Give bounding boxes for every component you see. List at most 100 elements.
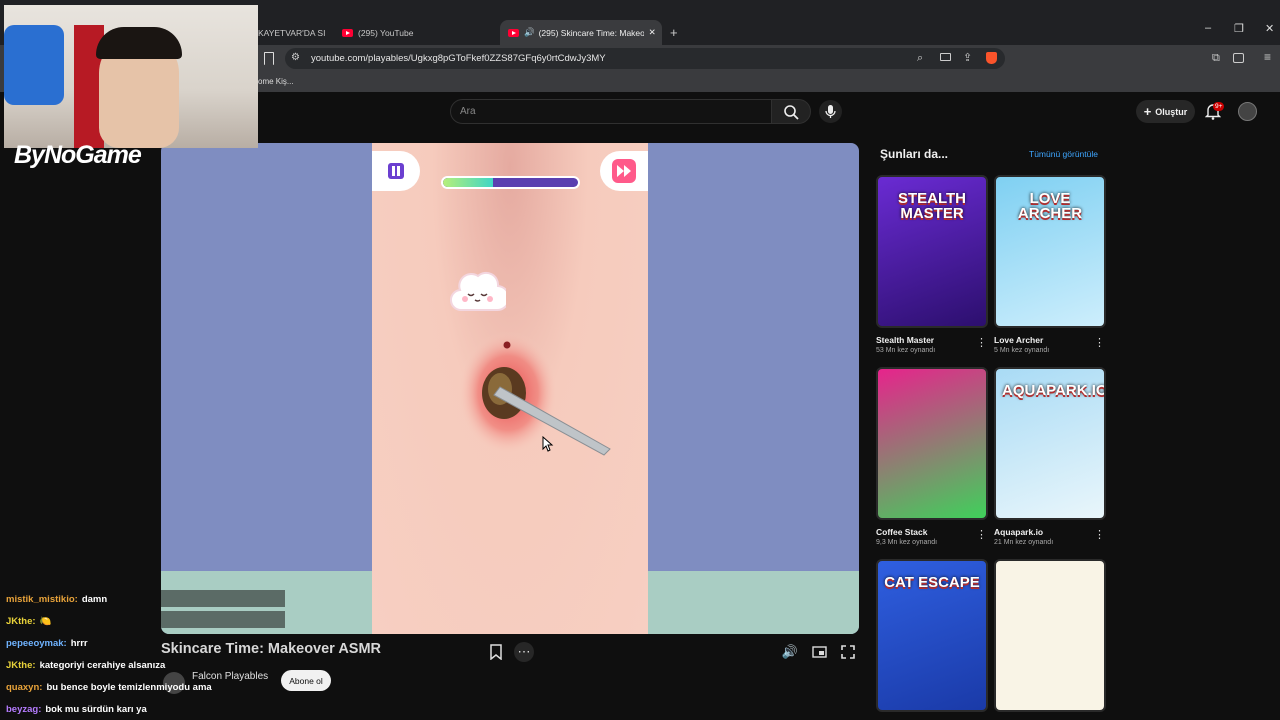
search-placeholder: Ara <box>460 106 476 117</box>
volume-button[interactable]: 🔊 <box>780 642 800 662</box>
game-title: Skincare Time: Makeover ASMR <box>161 641 382 657</box>
chat-username: quaxyn: <box>6 682 43 693</box>
skincare-game-canvas[interactable] <box>372 143 648 634</box>
save-button[interactable] <box>486 642 506 662</box>
game-card-plays: 5 Mn kez oynandı <box>994 347 1050 354</box>
new-tab-button[interactable]: + <box>670 25 678 40</box>
youtube-icon <box>342 28 353 37</box>
chat-username: beyzag: <box>6 704 42 715</box>
menu-icon[interactable]: ≡ <box>1264 50 1271 64</box>
tab-label: (295) YouTube <box>358 27 414 38</box>
fullscreen-icon <box>841 645 855 659</box>
floor-right <box>648 571 859 634</box>
thumbnail-art-text: LOVE ARCHER <box>1017 190 1083 222</box>
more-options-icon[interactable]: ⋮ <box>976 528 987 541</box>
game-card-thumbnail[interactable]: STEALTH MASTER <box>876 175 988 328</box>
chat-message: quaxyn: bu bence boyle temizlenmiyodu ama <box>6 682 212 693</box>
fast-forward-icon <box>612 159 636 183</box>
share-icon[interactable]: ⇪ <box>963 51 972 64</box>
pause-button[interactable] <box>372 151 420 191</box>
create-label: Oluştur <box>1155 106 1188 117</box>
more-options-icon[interactable]: ⋮ <box>1094 528 1105 541</box>
chat-username: JKthe: <box>6 616 36 627</box>
game-card-thumbnail[interactable]: LOVE ARCHER <box>994 175 1106 328</box>
chat-text: kategoriyi cerahiye alsanıza <box>39 660 166 671</box>
streamer-logo: ByNoGame <box>14 141 142 169</box>
url-text[interactable]: youtube.com/playables/Ugkxg8pGToFkef0ZZS… <box>311 53 606 64</box>
subscribe-button[interactable]: Abone ol <box>281 670 331 691</box>
wallet-icon[interactable] <box>1233 53 1244 63</box>
voice-search-button[interactable] <box>819 100 842 123</box>
tab-kayetvar[interactable]: KAYETVAR'DA SIRA <box>258 20 326 45</box>
mic-icon <box>825 105 836 118</box>
chat-text: bu bence boyle temizlenmiyodu ama <box>46 682 212 693</box>
close-window-button[interactable]: ✕ <box>1265 22 1274 35</box>
site-settings-icon[interactable]: ⚙ <box>291 52 300 63</box>
minimize-button[interactable]: – <box>1205 22 1211 34</box>
game-progress-bar <box>441 176 580 189</box>
chat-username: mistik_mistikio: <box>6 594 78 605</box>
more-options-icon[interactable]: ⋮ <box>976 336 987 349</box>
more-button[interactable]: ⋯ <box>514 642 534 662</box>
game-card-title[interactable]: Love Archer <box>994 335 1043 345</box>
mouse-cursor-icon <box>542 436 554 452</box>
game-card-plays: 21 Mn kez oynandı <box>994 539 1054 546</box>
tab-skincare-active[interactable]: 🔊(295) Skincare Time: Makeover ✕ <box>500 20 662 45</box>
notification-badge: 9+ <box>1213 102 1225 111</box>
fullscreen-button[interactable] <box>838 642 858 662</box>
tab-youtube-home[interactable]: (295) YouTube <box>342 20 482 45</box>
bookmark-icon[interactable] <box>264 52 274 65</box>
avatar[interactable] <box>1238 102 1257 121</box>
progress-fill <box>443 178 493 187</box>
search-input[interactable]: Ara <box>450 99 772 124</box>
plus-icon: + <box>1143 104 1152 119</box>
extensions-icon[interactable]: ⧉ <box>1212 52 1220 65</box>
search-icon <box>784 105 799 120</box>
more-options-icon[interactable]: ⋮ <box>1094 336 1105 349</box>
game-card-thumbnail[interactable]: CAT ESCAPE <box>876 559 988 712</box>
zoom-icon[interactable]: ⌕ <box>917 52 923 65</box>
skip-button[interactable] <box>600 151 648 191</box>
chat-text: damn <box>81 594 108 605</box>
game-card-plays: 53 Mn kez oynandı <box>876 347 936 354</box>
miniplayer-button[interactable] <box>809 642 829 662</box>
game-card-title[interactable]: Stealth Master <box>876 335 934 345</box>
brave-shield-icon[interactable] <box>986 52 997 64</box>
create-button[interactable]: + Oluştur <box>1136 100 1195 123</box>
chat-text: hrrr <box>70 638 88 649</box>
thumbnail-art-text: CAT ESCAPE <box>884 574 980 591</box>
chat-username: pepeeoymak: <box>6 638 67 649</box>
game-card-title[interactable]: Coffee Stack <box>876 527 928 537</box>
water-jug <box>4 25 64 105</box>
pause-icon <box>388 163 404 179</box>
volume-icon: 🔊 <box>781 644 799 659</box>
speaker-icon: 🔊 <box>524 27 535 37</box>
related-title: Şunları da... <box>880 147 949 161</box>
youtube-icon <box>508 28 519 37</box>
more-icon: ⋯ <box>517 644 531 659</box>
thumbnail-art-text: AQUAPARK.IO <box>1002 382 1106 399</box>
miniplayer-icon <box>811 646 827 658</box>
maximize-button[interactable]: ❐ <box>1234 22 1244 35</box>
happy-cloud-icon <box>450 271 506 312</box>
game-card-title[interactable]: Aquapark.io <box>994 527 1043 537</box>
chat-message: mistik_mistikio: damn <box>6 594 107 605</box>
thumbnail-art-text: STEALTH MASTER <box>897 190 967 222</box>
tab-close-icon[interactable]: ✕ <box>649 27 656 38</box>
game-card-plays: 9,3 Mn kez oynandı <box>876 539 938 546</box>
search-button[interactable] <box>771 99 811 124</box>
chat-text: 🍋 <box>39 616 52 627</box>
see-all-link[interactable]: Tümünü görüntüle <box>1029 149 1098 159</box>
skin-pore-area <box>458 331 611 456</box>
game-card-thumbnail[interactable] <box>994 559 1106 712</box>
streamer-hair <box>96 27 182 59</box>
playable-game-frame[interactable] <box>161 143 859 634</box>
game-card-thumbnail[interactable]: AQUAPARK.IO <box>994 367 1106 520</box>
game-card-thumbnail[interactable] <box>876 367 988 520</box>
channel-name[interactable]: Falcon Playables <box>192 671 268 682</box>
bookmark-item[interactable]: ome Kiş... <box>258 77 294 86</box>
webcam-overlay <box>4 5 258 148</box>
chat-backdrop <box>161 611 285 628</box>
cast-icon[interactable] <box>940 53 951 61</box>
tab-label: KAYETVAR'DA SIRA <box>258 27 326 38</box>
